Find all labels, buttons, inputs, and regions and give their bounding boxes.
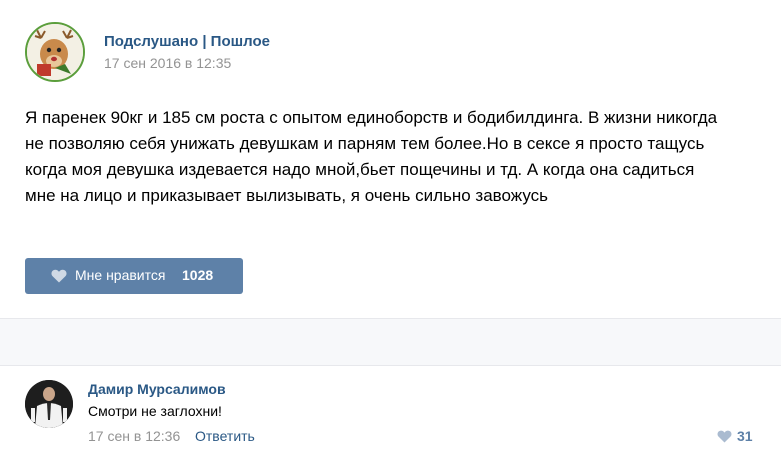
post-text: Я паренек 90кг и 185 см роста с опытом е… [25, 108, 718, 205]
like-count: 1028 [182, 267, 214, 283]
section-gap [0, 319, 781, 365]
comment-like-count: 31 [737, 428, 753, 444]
comment-date[interactable]: 17 сен в 12:36 [88, 428, 180, 444]
comment-author-link[interactable]: Дамир Мурсалимов [88, 381, 226, 397]
user-photo-icon [25, 380, 73, 428]
heart-icon [51, 269, 67, 283]
like-button[interactable]: Мне нравится 1028 [25, 258, 243, 294]
post-author-link[interactable]: Подслушано | Пошлое [104, 33, 270, 50]
comment-avatar[interactable] [25, 380, 73, 428]
comment-text: Смотри не заглохни! [88, 403, 222, 419]
heart-icon [717, 430, 732, 443]
deer-icon [27, 24, 83, 80]
post-date[interactable]: 17 сен 2016 в 12:35 [104, 55, 231, 71]
divider [0, 365, 781, 366]
like-label: Мне нравится [75, 267, 166, 283]
community-avatar[interactable] [25, 22, 85, 82]
reply-button[interactable]: Ответить [195, 428, 255, 444]
